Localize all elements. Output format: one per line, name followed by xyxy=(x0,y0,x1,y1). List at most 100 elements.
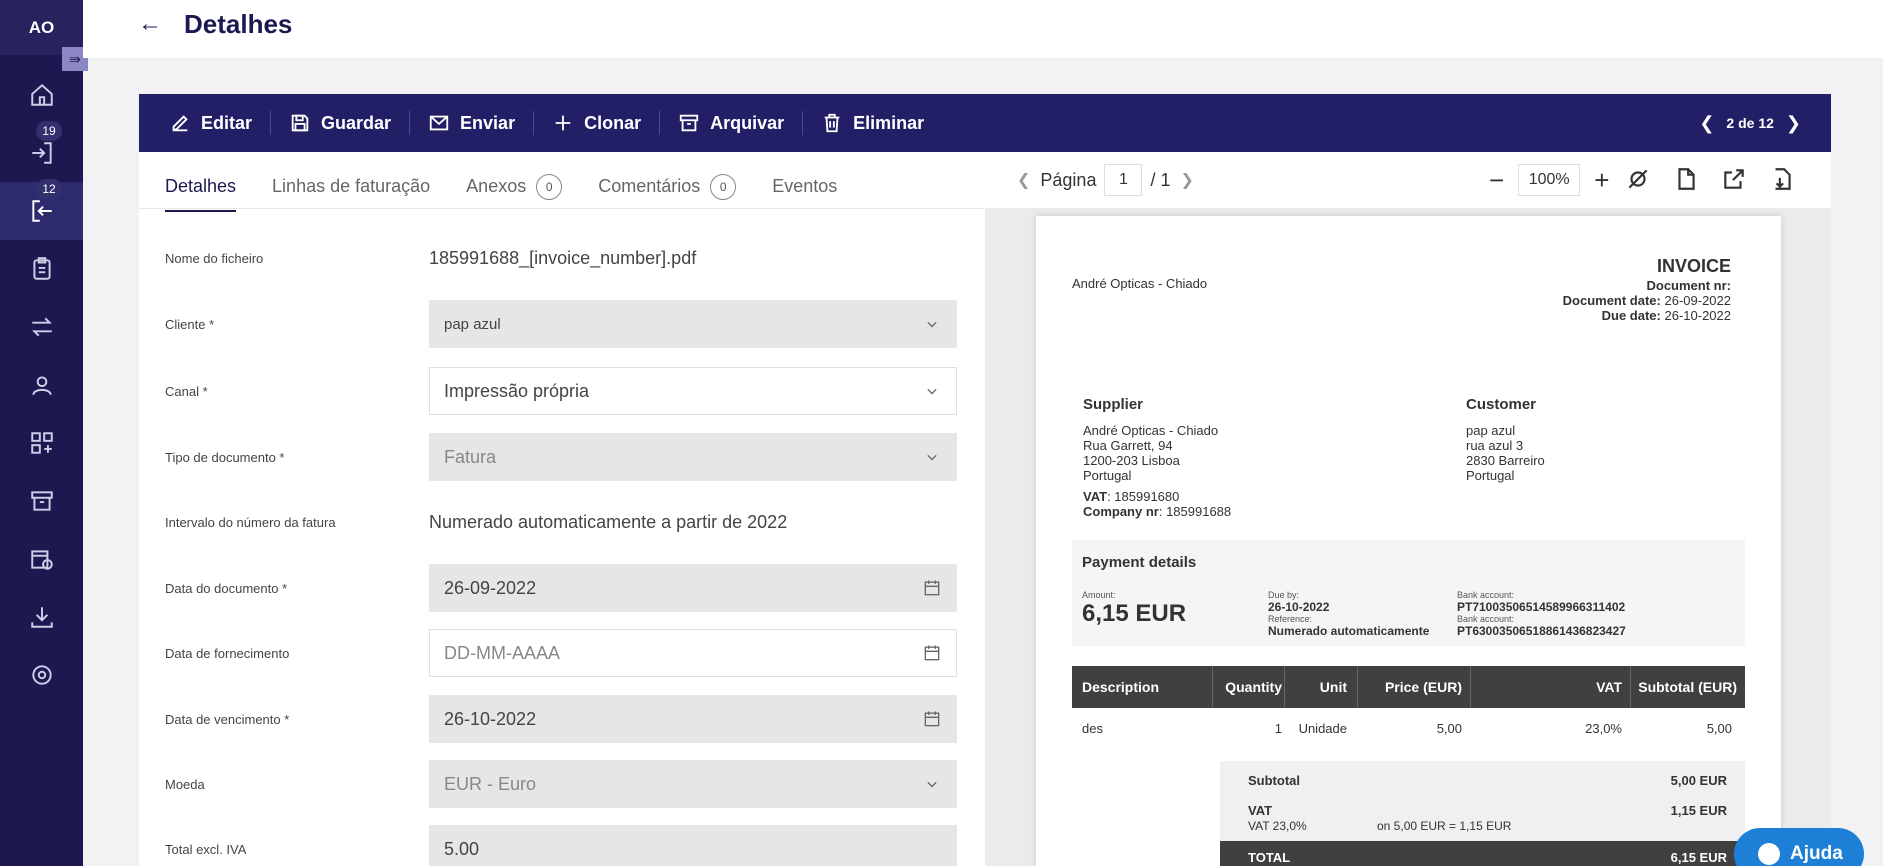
previous-record-icon[interactable]: ❮ xyxy=(1699,113,1714,134)
currency-value: EUR - Euro xyxy=(444,773,537,794)
open-external-icon[interactable] xyxy=(1721,166,1747,192)
attachments-count-badge: 0 xyxy=(536,174,563,200)
bank-account-label: Bank account: xyxy=(1457,590,1515,600)
customer-line: Portugal xyxy=(1466,468,1515,483)
details-form-panel: Detalhes Linhas de faturação Anexos 0 Co… xyxy=(139,152,985,866)
channel-select[interactable]: Impressão própria xyxy=(429,367,957,415)
next-page-icon[interactable]: ❯ xyxy=(1180,170,1193,190)
seller-name: André Opticas - Chiado xyxy=(1072,276,1208,291)
archive-icon xyxy=(30,491,53,511)
client-select[interactable]: pap azul xyxy=(429,300,957,348)
nav-archive[interactable] xyxy=(0,472,83,530)
document-date-input[interactable]: 26-09-2022 xyxy=(429,564,957,612)
subtotal-label: Subtotal xyxy=(1248,773,1300,788)
tab-comments[interactable]: Comentários 0 xyxy=(598,172,737,212)
gear-icon xyxy=(31,665,52,685)
chevron-down-icon xyxy=(922,314,942,334)
zoom-controls: − 100% + xyxy=(1475,164,1623,196)
back-arrow-icon[interactable]: ← xyxy=(138,10,162,38)
page-number-input[interactable]: 1 xyxy=(1104,164,1143,196)
total-excl-vat-label: Total excl. IVA xyxy=(165,841,247,857)
archive-box-icon xyxy=(679,114,699,132)
bank-account-value: PT71003506514589966311402 xyxy=(1457,600,1626,614)
nav-schedule[interactable] xyxy=(0,530,83,588)
page-header: ← Detalhes xyxy=(83,0,1883,58)
nav-home[interactable] xyxy=(0,66,83,124)
channel-value: Impressão própria xyxy=(444,380,590,401)
channel-row: Canal * Impressão própria xyxy=(139,367,985,415)
delete-button[interactable]: Eliminar xyxy=(811,94,934,152)
page-navigation: ❮ Página 1 / 1 ❯ xyxy=(1007,164,1204,196)
nav-settings[interactable] xyxy=(0,646,83,704)
company-value: : 185991688 xyxy=(1158,504,1232,519)
cell-price: 5,00 xyxy=(1436,720,1462,736)
tab-events[interactable]: Eventos xyxy=(772,172,837,212)
vat-rate-label: VAT 23,0% xyxy=(1248,819,1307,833)
nav-transfer[interactable] xyxy=(0,298,83,356)
archive-button-label: Arquivar xyxy=(710,112,785,133)
calendar-icon[interactable] xyxy=(922,643,942,663)
download-icon xyxy=(30,607,53,628)
help-button-label: Ajuda xyxy=(1790,843,1843,864)
filename-value: 185991688_[invoice_number].pdf xyxy=(429,247,697,268)
amount-label: Amount: xyxy=(1082,590,1116,600)
save-icon xyxy=(291,114,309,132)
zoom-out-icon[interactable]: − xyxy=(1489,167,1504,193)
due-date-input[interactable]: 26-10-2022 xyxy=(429,695,957,743)
nav-download[interactable] xyxy=(0,588,83,646)
doctype-select[interactable]: Fatura xyxy=(429,433,957,481)
tab-bar: Detalhes Linhas de faturação Anexos 0 Co… xyxy=(165,172,873,212)
plus-icon xyxy=(555,115,571,131)
preview-toolbar: ❮ Página 1 / 1 ❯ − 100% + xyxy=(985,152,1831,208)
nav-clipboard[interactable] xyxy=(0,240,83,298)
document-date-row: Data do documento * 26-09-2022 xyxy=(139,564,985,612)
invoice-meta: Document nr: Document date: 26-09-2022 D… xyxy=(1563,278,1731,323)
home-icon xyxy=(30,83,53,106)
nav-apps[interactable] xyxy=(0,414,83,472)
supplier-line: 1200-203 Lisboa xyxy=(1083,453,1180,468)
tab-details[interactable]: Detalhes xyxy=(165,172,237,212)
customer-line: rua azul 3 xyxy=(1466,438,1524,453)
schedule-icon xyxy=(30,550,53,570)
page-total: / 1 xyxy=(1150,169,1171,190)
chevron-down-icon xyxy=(922,381,942,401)
help-button[interactable]: Ajuda xyxy=(1734,828,1864,866)
due-date-row: Data de vencimento * 26-10-2022 xyxy=(139,695,985,743)
payment-title: Payment details xyxy=(1082,554,1197,571)
tab-attachments[interactable]: Anexos 0 xyxy=(466,172,563,212)
zoom-level[interactable]: 100% xyxy=(1518,164,1581,196)
calendar-icon[interactable] xyxy=(922,709,942,729)
document-icon[interactable] xyxy=(1673,166,1699,192)
zoom-in-icon[interactable]: + xyxy=(1594,167,1609,193)
tab-billing-lines[interactable]: Linhas de faturação xyxy=(272,172,430,212)
vat-label: VAT xyxy=(1083,489,1108,504)
inbox-badge: 19 xyxy=(36,121,62,141)
cell-quantity: 1 xyxy=(1274,720,1282,736)
save-button[interactable]: Guardar xyxy=(279,94,401,152)
clone-button[interactable]: Clonar xyxy=(542,94,651,152)
document-date-value: 26-09-2022 xyxy=(444,577,537,598)
currency-select[interactable]: EUR - Euro xyxy=(429,760,957,808)
number-range-row: Intervalo do número da fatura Numerado a… xyxy=(139,498,985,546)
nav-inbox[interactable]: 19 xyxy=(0,121,83,182)
due-date-value: 26-10-2022 xyxy=(1664,308,1732,323)
customer-title: Customer xyxy=(1466,396,1537,413)
nav-contacts[interactable] xyxy=(0,356,83,414)
send-button[interactable]: Enviar xyxy=(418,94,525,152)
nav-outbox[interactable]: 12 xyxy=(0,179,83,240)
next-record-icon[interactable]: ❯ xyxy=(1786,113,1801,134)
edit-button[interactable]: Editar xyxy=(159,94,262,152)
archive-button[interactable]: Arquivar xyxy=(668,94,794,152)
calendar-icon[interactable] xyxy=(922,578,942,598)
previous-page-icon[interactable]: ❮ xyxy=(1017,170,1030,190)
client-row: Cliente * pap azul xyxy=(139,300,985,348)
action-toolbar: Editar Guardar Enviar Clonar Arquivar El… xyxy=(139,94,1831,152)
total-excl-vat-input[interactable]: 5.00 xyxy=(429,825,957,866)
chevron-down-icon xyxy=(922,774,942,794)
total-excl-vat-value: 5.00 xyxy=(444,838,480,859)
hide-preview-icon[interactable] xyxy=(1625,166,1651,192)
total-label: TOTAL xyxy=(1248,850,1291,865)
download-document-icon[interactable] xyxy=(1769,166,1795,192)
supply-date-input[interactable]: DD-MM-AAAA xyxy=(429,629,957,677)
vat-total-label: VAT xyxy=(1248,803,1273,818)
